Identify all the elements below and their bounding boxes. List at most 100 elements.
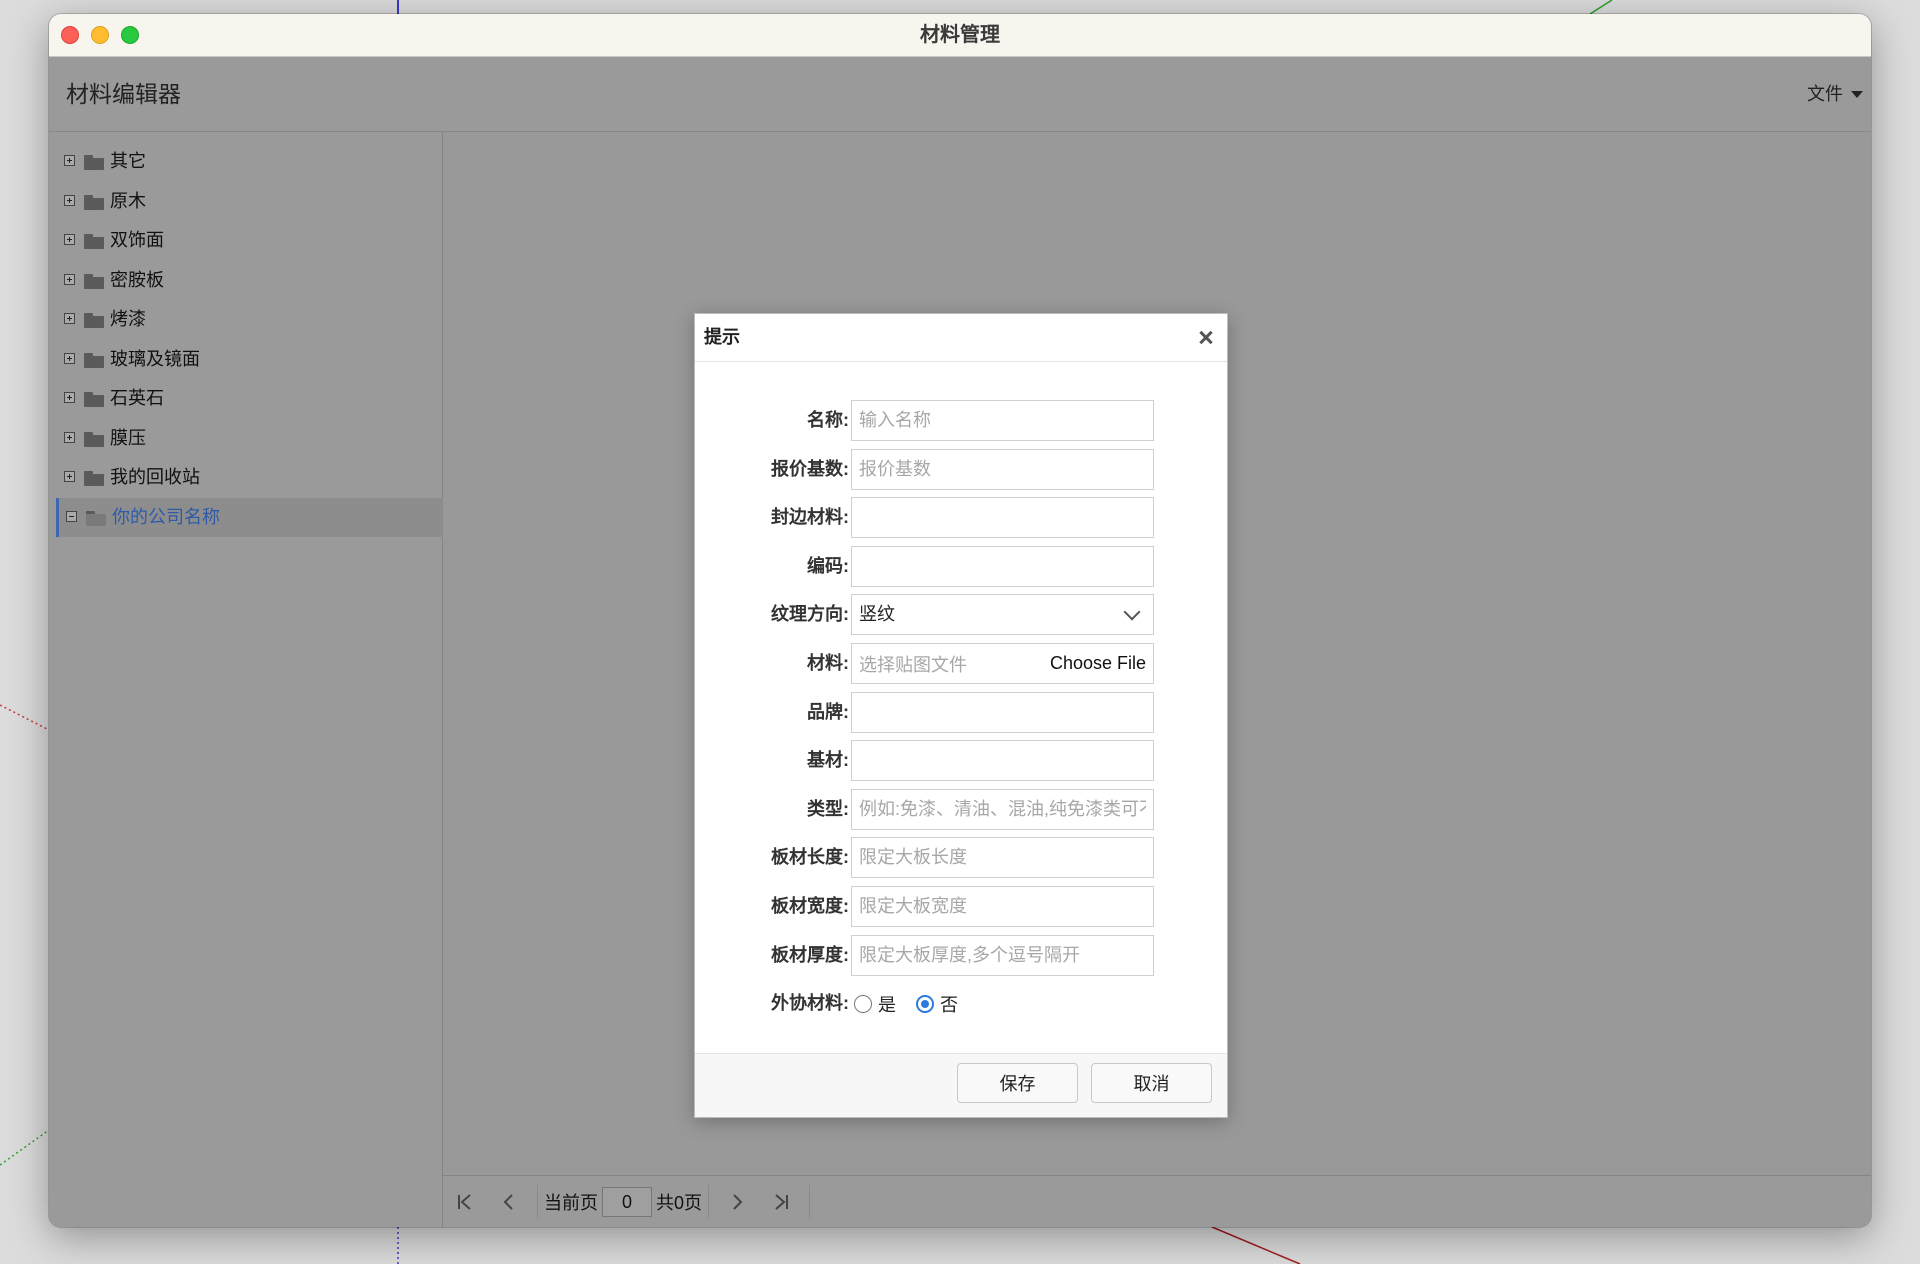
folder-icon bbox=[84, 471, 104, 486]
form-row-board-width: 板材宽度: bbox=[695, 886, 1227, 927]
tree-item[interactable]: 玻璃及镜面 bbox=[57, 340, 443, 380]
board-width-label: 板材宽度: bbox=[771, 896, 849, 916]
pager-divider bbox=[537, 1185, 538, 1219]
dialog-header: 提示 bbox=[695, 314, 1227, 362]
next-page-button[interactable] bbox=[715, 1182, 759, 1222]
tree-item[interactable]: 其它 bbox=[57, 142, 443, 182]
code-label: 编码: bbox=[807, 555, 849, 576]
dialog-title: 提示 bbox=[704, 327, 740, 347]
folder-icon bbox=[84, 431, 104, 447]
board-width-input[interactable] bbox=[851, 886, 1154, 927]
first-page-button[interactable] bbox=[443, 1182, 487, 1222]
folder-open-icon bbox=[86, 510, 106, 526]
sidebar: 其它 原木 双饰面 密胺板 烤漆 玻璃及镜面 石英石 膜压 我的回收站 你的公司… bbox=[49, 132, 443, 1227]
tree-item-label: 双饰面 bbox=[110, 230, 164, 250]
quote-base-label: 报价基数: bbox=[771, 458, 849, 479]
form-row-type: 类型: bbox=[695, 788, 1227, 830]
file-menu-label: 文件 bbox=[1807, 84, 1843, 104]
tree-item-label: 密胺板 bbox=[110, 269, 164, 290]
folder-icon bbox=[84, 313, 104, 328]
page-title: 材料编辑器 bbox=[66, 81, 181, 107]
substrate-label: 基材: bbox=[807, 750, 849, 771]
form-row-grain-direction: 纹理方向: 竖纹 bbox=[695, 594, 1227, 636]
chevron-right-icon bbox=[733, 1194, 743, 1210]
expand-plus-icon[interactable] bbox=[64, 471, 75, 482]
tree-item[interactable]: 原木 bbox=[57, 182, 443, 222]
expand-plus-icon[interactable] bbox=[64, 273, 75, 285]
grain-direction-select[interactable]: 竖纹 bbox=[851, 594, 1154, 636]
form-row-substrate: 基材: bbox=[695, 740, 1227, 782]
tree-item[interactable]: 膜压 bbox=[57, 419, 443, 459]
pager-divider bbox=[708, 1185, 710, 1219]
board-thickness-input[interactable] bbox=[851, 934, 1154, 976]
tree-item[interactable]: 双饰面 bbox=[57, 221, 443, 261]
outsourced-yes-radio[interactable] bbox=[854, 994, 872, 1013]
folder-icon bbox=[84, 273, 104, 289]
dialog-footer: 保存 取消 bbox=[695, 1053, 1227, 1117]
tree-item-label: 烤漆 bbox=[110, 309, 146, 329]
folder-icon bbox=[84, 155, 104, 170]
window-titlebar[interactable]: 材料管理 bbox=[49, 14, 1871, 57]
tree-item[interactable]: 石英石 bbox=[57, 379, 443, 419]
expand-plus-icon[interactable] bbox=[64, 431, 75, 443]
code-input[interactable] bbox=[851, 545, 1154, 587]
grain-direction-label: 纹理方向: bbox=[771, 604, 849, 625]
expand-plus-icon[interactable] bbox=[64, 313, 75, 324]
collapse-minus-icon[interactable] bbox=[66, 510, 77, 522]
expand-plus-icon[interactable] bbox=[64, 352, 75, 364]
chevron-left-icon bbox=[503, 1194, 513, 1210]
board-length-input[interactable] bbox=[851, 837, 1154, 879]
type-input[interactable] bbox=[851, 788, 1154, 830]
chevron-down-icon bbox=[1123, 603, 1141, 621]
expand-plus-icon[interactable] bbox=[64, 155, 75, 166]
current-page-input[interactable] bbox=[602, 1187, 652, 1217]
form-row-edge-material: 封边材料: bbox=[695, 497, 1227, 539]
tree-item-label: 其它 bbox=[110, 151, 146, 171]
caret-down-icon bbox=[1851, 90, 1863, 98]
close-icon[interactable] bbox=[1195, 326, 1217, 348]
form-row-code: 编码: bbox=[695, 545, 1227, 587]
name-input[interactable] bbox=[851, 400, 1154, 441]
choose-file-button[interactable]: Choose File bbox=[1050, 653, 1146, 674]
outsourced-radio-group: 是 否 bbox=[854, 983, 972, 1024]
edge-material-input[interactable] bbox=[851, 497, 1154, 539]
tree-item[interactable]: 烤漆 bbox=[57, 300, 443, 340]
category-tree: 其它 原木 双饰面 密胺板 烤漆 玻璃及镜面 石英石 膜压 我的回收站 你的公司… bbox=[56, 142, 443, 537]
folder-icon bbox=[84, 234, 104, 249]
folder-icon bbox=[84, 352, 104, 368]
form-row-name: 名称: bbox=[695, 400, 1227, 441]
last-page-button[interactable] bbox=[759, 1182, 803, 1222]
board-thickness-label: 板材厚度: bbox=[771, 944, 849, 965]
outsourced-label: 外协材料: bbox=[771, 993, 849, 1014]
tree-item[interactable]: 我的回收站 bbox=[57, 458, 443, 498]
quote-base-input[interactable] bbox=[851, 448, 1154, 490]
name-label: 名称: bbox=[807, 410, 849, 430]
expand-plus-icon[interactable] bbox=[64, 234, 75, 245]
save-button[interactable]: 保存 bbox=[957, 1063, 1078, 1103]
prev-page-button[interactable] bbox=[487, 1182, 531, 1222]
brand-input[interactable] bbox=[851, 691, 1154, 733]
form-row-board-length: 板材长度: bbox=[695, 837, 1227, 879]
cancel-button[interactable]: 取消 bbox=[1091, 1063, 1212, 1103]
tree-item-label: 膜压 bbox=[110, 427, 146, 448]
outsourced-no-radio[interactable] bbox=[916, 994, 934, 1013]
brand-label: 品牌: bbox=[807, 701, 849, 722]
tree-item-label: 玻璃及镜面 bbox=[110, 348, 200, 369]
grain-direction-value: 竖纹 bbox=[859, 604, 895, 625]
last-page-icon bbox=[775, 1194, 789, 1210]
tree-item[interactable]: 密胺板 bbox=[57, 261, 443, 301]
material-file-placeholder: 选择贴图文件 bbox=[859, 654, 967, 675]
outsourced-no-label[interactable]: 否 bbox=[940, 991, 958, 1017]
file-menu[interactable]: 文件 bbox=[1807, 81, 1863, 107]
tree-item-selected[interactable]: 你的公司名称 bbox=[56, 497, 443, 537]
expand-plus-icon[interactable] bbox=[64, 194, 75, 206]
first-page-icon bbox=[458, 1194, 471, 1210]
expand-plus-icon[interactable] bbox=[64, 392, 75, 403]
form-row-quote-base: 报价基数: bbox=[695, 448, 1227, 490]
tree-item-label: 我的回收站 bbox=[110, 467, 200, 487]
substrate-input[interactable] bbox=[851, 740, 1154, 782]
type-label: 类型: bbox=[807, 798, 849, 819]
outsourced-yes-label[interactable]: 是 bbox=[878, 991, 896, 1017]
material-file-input[interactable]: 选择贴图文件 Choose File bbox=[851, 643, 1154, 684]
window-title: 材料管理 bbox=[920, 24, 1000, 46]
